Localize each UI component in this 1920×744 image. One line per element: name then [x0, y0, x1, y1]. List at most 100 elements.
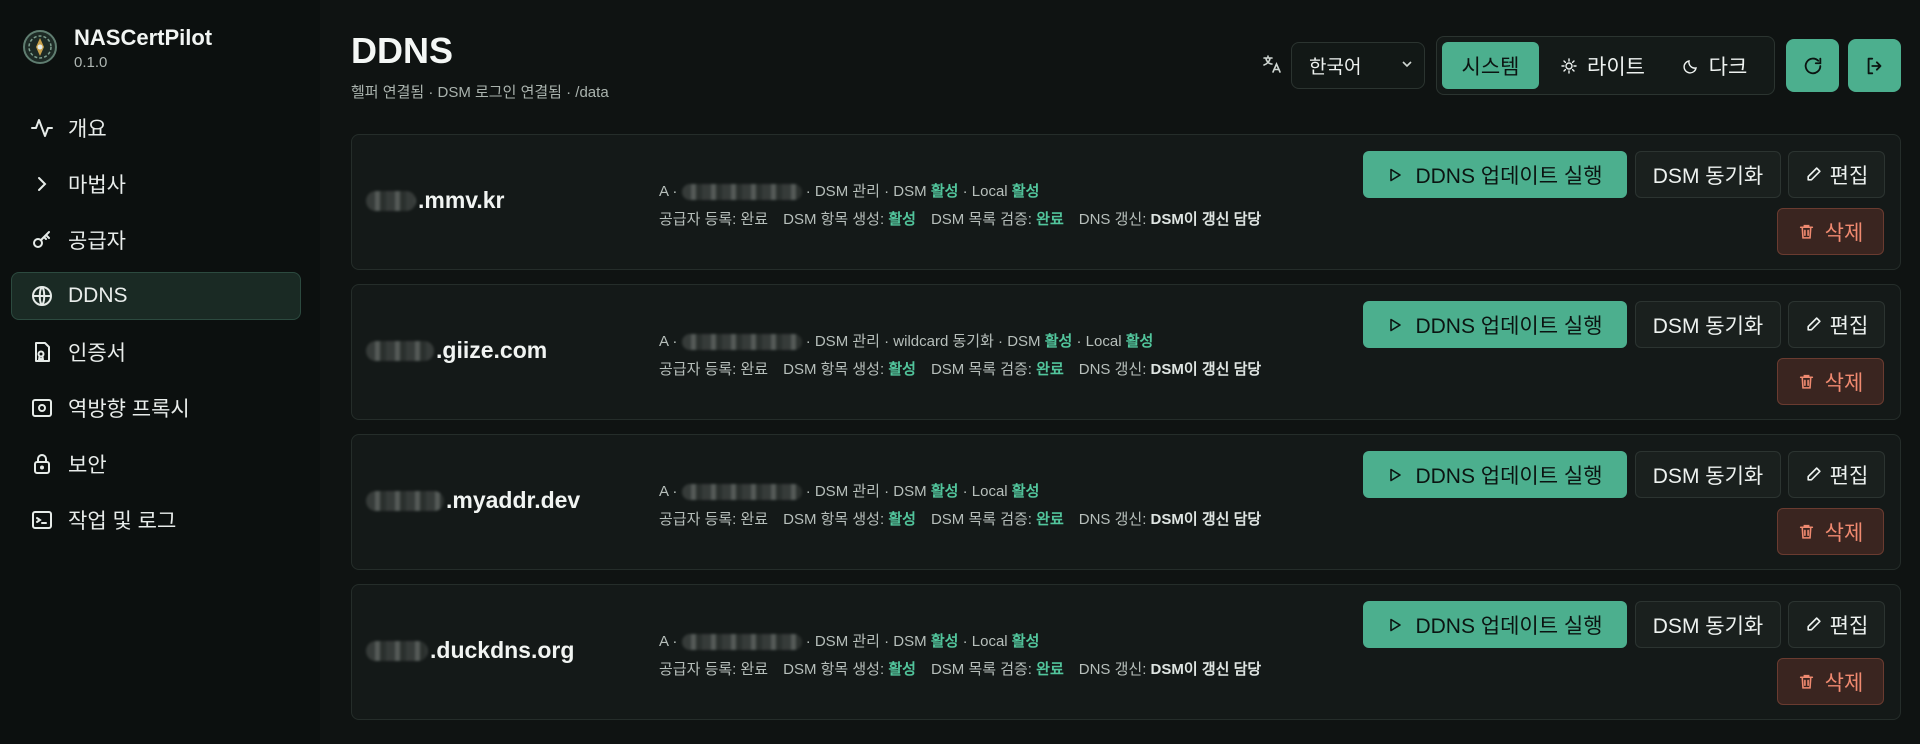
button-label: 삭제	[1824, 521, 1864, 545]
theme-light-button[interactable]: 라이트	[1547, 42, 1659, 89]
sidebar-item-security[interactable]: 보안	[11, 440, 301, 488]
refresh-button[interactable]	[1786, 39, 1839, 92]
button-label: DDNS 업데이트 실행	[1415, 314, 1603, 338]
info-text: DSM	[893, 633, 927, 650]
play-icon	[1390, 168, 1402, 181]
status-active: 활성	[1044, 333, 1073, 350]
dsm-sync-button[interactable]: DSM 동기화	[1635, 301, 1781, 348]
info-text: DNS 갱신:	[1078, 511, 1147, 528]
theme-toggle: 시스템 라이트 다크	[1436, 36, 1775, 95]
chevron-down-icon	[1402, 61, 1412, 68]
edit-button[interactable]: 편집	[1788, 151, 1885, 198]
info-text: · DSM 관리 ·	[805, 633, 890, 650]
proxy-icon	[30, 396, 54, 420]
play-icon	[1390, 468, 1402, 481]
button-label: DSM 동기화	[1652, 464, 1764, 488]
globe-icon	[30, 284, 54, 308]
sidebar-item-overview[interactable]: 개요	[11, 104, 301, 152]
sidebar-item-reverse-proxy[interactable]: 역방향 프록시	[11, 384, 301, 432]
delete-button[interactable]: 삭제	[1777, 208, 1884, 255]
pencil-icon	[1807, 467, 1821, 481]
pencil-icon	[1807, 317, 1821, 331]
run-ddns-update-button[interactable]: DDNS 업데이트 실행	[1363, 601, 1627, 648]
pencil-icon	[1807, 167, 1821, 181]
info-text: · DSM 관리 ·	[805, 483, 890, 500]
edit-button[interactable]: 편집	[1788, 601, 1885, 648]
edit-button[interactable]: 편집	[1788, 301, 1885, 348]
dns-owner: DSM이 갱신 담당	[1150, 661, 1262, 678]
sidebar-item-ddns[interactable]: DDNS	[11, 272, 301, 320]
button-label: 편집	[1829, 164, 1869, 188]
page-title: DDNS	[351, 30, 454, 71]
theme-label: 라이트	[1587, 55, 1645, 79]
key-icon	[30, 228, 54, 252]
translate-icon	[1262, 54, 1282, 74]
info-text: · Local	[1076, 333, 1122, 350]
record-domain: .myaddr.dev	[366, 487, 580, 514]
sidebar-item-wizard[interactable]: 마법사	[11, 160, 301, 208]
info-text: 공급자 등록: 완료	[659, 661, 769, 678]
delete-button[interactable]: 삭제	[1777, 358, 1884, 405]
record-domain: .giize.com	[366, 337, 547, 364]
sidebar-item-providers[interactable]: 공급자	[11, 216, 301, 264]
sidebar-item-certificates[interactable]: 인증서	[11, 328, 301, 376]
trash-icon	[1799, 374, 1813, 389]
sidebar-item-label: 인증서	[68, 342, 126, 365]
info-text: DSM 항목 생성:	[783, 211, 885, 228]
sidebar-item-label: 마법사	[68, 174, 126, 197]
info-text: 공급자 등록: 완료	[659, 361, 769, 378]
redacted-ip	[681, 484, 802, 500]
redacted-mask	[366, 190, 416, 211]
moon-icon	[1683, 59, 1697, 74]
status-active: 활성	[930, 483, 959, 500]
delete-button[interactable]: 삭제	[1777, 508, 1884, 555]
record-type: A ·	[659, 483, 678, 500]
ddns-record-card: .mmv.kr A · · DSM 관리 · DSM 활성 · Local 활성…	[351, 134, 1901, 270]
info-text: DSM 목록 검증:	[930, 511, 1032, 528]
info-text: DSM 항목 생성:	[783, 361, 885, 378]
sidebar-item-label: 작업 및 로그	[68, 510, 177, 533]
record-domain: .duckdns.org	[366, 637, 574, 664]
theme-label: 시스템	[1461, 55, 1520, 79]
logout-button[interactable]	[1848, 39, 1901, 92]
app-name: NASCertPilot	[74, 25, 213, 50]
run-ddns-update-button[interactable]: DDNS 업데이트 실행	[1363, 301, 1627, 348]
record-domain: .mmv.kr	[366, 187, 505, 214]
activity-icon	[30, 116, 54, 140]
sidebar-item-jobs-logs[interactable]: 작업 및 로그	[11, 496, 301, 544]
info-text: DSM 목록 검증:	[930, 361, 1032, 378]
theme-dark-button[interactable]: 다크	[1665, 42, 1765, 89]
button-label: 편집	[1829, 464, 1869, 488]
play-icon	[1390, 318, 1402, 331]
dsm-sync-button[interactable]: DSM 동기화	[1635, 151, 1781, 198]
delete-button[interactable]: 삭제	[1777, 658, 1884, 705]
theme-system-button[interactable]: 시스템	[1442, 42, 1539, 89]
record-info: A · · DSM 관리 · DSM 활성 · Local 활성 공급자 등록:…	[659, 478, 1261, 534]
run-ddns-update-button[interactable]: DDNS 업데이트 실행	[1363, 451, 1627, 498]
status-active: 활성	[930, 183, 959, 200]
info-text: · Local	[962, 483, 1008, 500]
redacted-ip	[681, 334, 802, 350]
dns-owner: DSM이 갱신 담당	[1150, 211, 1262, 228]
language-select[interactable]: 한국어	[1291, 42, 1425, 89]
edit-button[interactable]: 편집	[1788, 451, 1885, 498]
dsm-sync-button[interactable]: DSM 동기화	[1635, 601, 1781, 648]
record-type: A ·	[659, 333, 678, 350]
dsm-sync-button[interactable]: DSM 동기화	[1635, 451, 1781, 498]
status-active: 활성	[1011, 183, 1040, 200]
button-label: 삭제	[1824, 671, 1864, 695]
run-ddns-update-button[interactable]: DDNS 업데이트 실행	[1363, 151, 1627, 198]
status-active: 활성	[888, 511, 916, 528]
info-text: DNS 갱신:	[1078, 661, 1147, 678]
info-text: 공급자 등록: 완료	[659, 511, 769, 528]
button-label: 삭제	[1824, 371, 1864, 395]
sun-icon	[1561, 57, 1577, 74]
info-text: 공급자 등록: 완료	[659, 211, 769, 228]
sidebar-nav: 개요 마법사 공급자 DDNS 인증서 역방향 프록시 보안 작업 및 로그	[11, 104, 301, 552]
info-text: DSM	[893, 483, 927, 500]
button-label: DDNS 업데이트 실행	[1415, 614, 1603, 638]
status-complete: 완료	[1036, 211, 1064, 228]
terminal-icon	[30, 508, 54, 532]
brand: NASCertPilot 0.1.0	[22, 25, 212, 73]
info-text: DNS 갱신:	[1078, 211, 1147, 228]
